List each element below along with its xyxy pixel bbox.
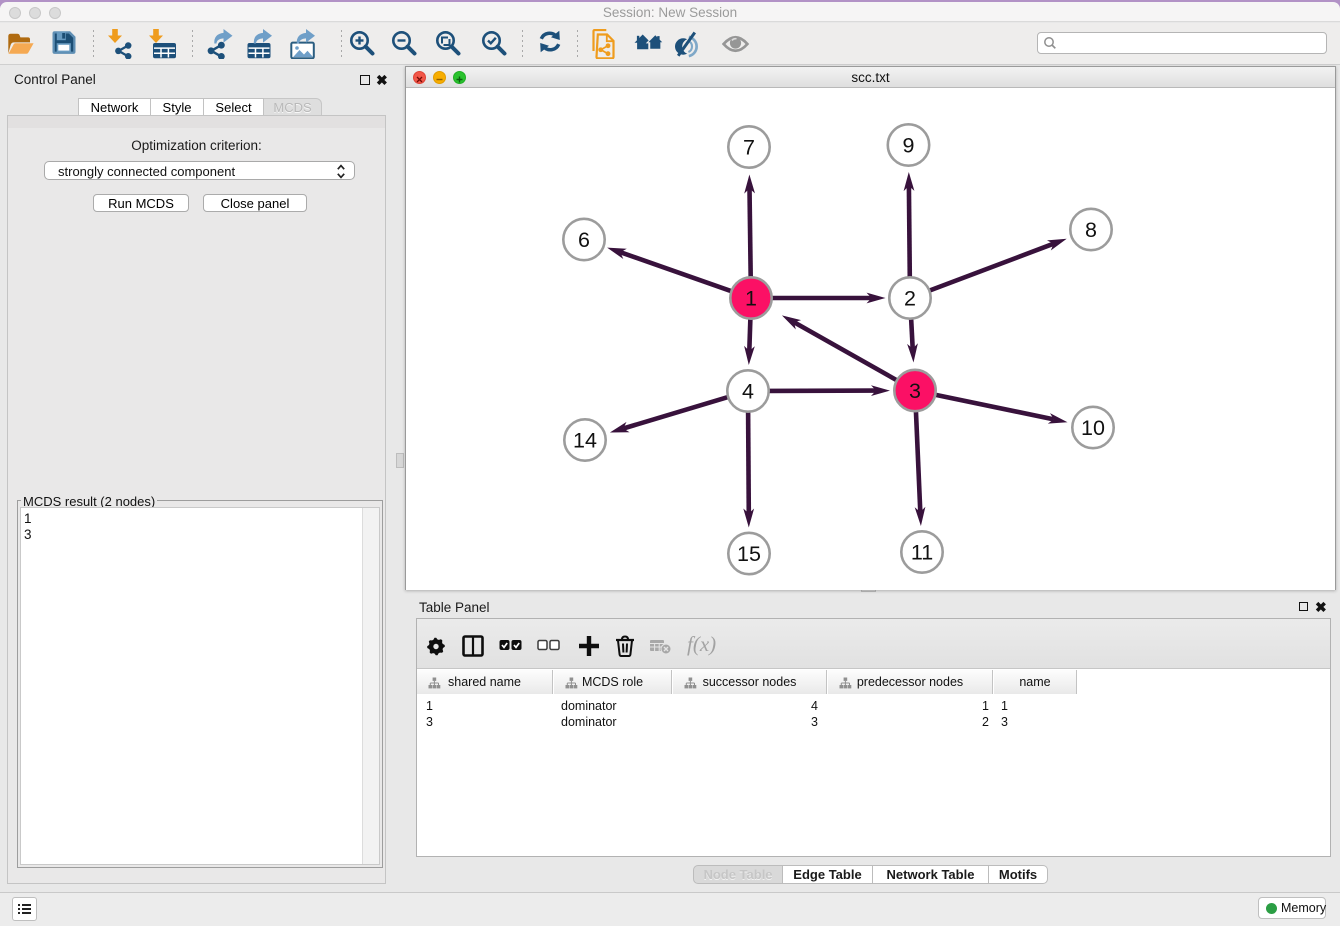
svg-text:14: 14 (573, 429, 597, 453)
svg-text:2: 2 (904, 287, 916, 311)
svg-text:15: 15 (737, 542, 761, 566)
svg-text:3: 3 (909, 379, 921, 403)
svg-text:10: 10 (1081, 416, 1105, 440)
svg-text:8: 8 (1085, 218, 1097, 242)
svg-text:7: 7 (743, 136, 755, 160)
svg-text:9: 9 (903, 134, 915, 158)
svg-text:1: 1 (745, 287, 757, 311)
svg-text:11: 11 (911, 541, 933, 565)
svg-text:6: 6 (578, 228, 590, 252)
svg-text:4: 4 (742, 380, 754, 404)
